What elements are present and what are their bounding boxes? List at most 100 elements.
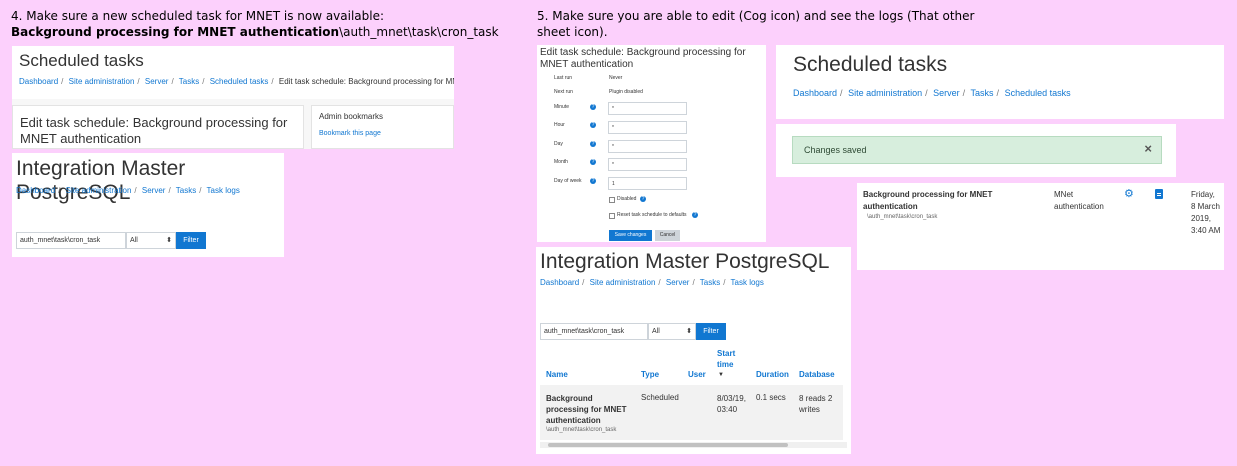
disabled-checkbox[interactable] bbox=[609, 197, 615, 203]
filter-input[interactable]: auth_mnet\task\cron_task bbox=[540, 323, 648, 340]
sort-down-icon: ▼ bbox=[718, 372, 724, 378]
close-icon[interactable]: × bbox=[1144, 141, 1152, 156]
task-database: 8 reads 2 writes bbox=[799, 394, 833, 414]
main-region: Edit task schedule: Background processin… bbox=[12, 105, 304, 149]
alert-message: Changes saved bbox=[804, 145, 867, 155]
bookmark-link[interactable]: Bookmark this page bbox=[319, 130, 381, 137]
step-4-line-1: 4. Make sure a new scheduled task for MN… bbox=[11, 9, 385, 23]
result-select[interactable]: All ⬍ bbox=[648, 323, 696, 340]
column-start-time[interactable]: Start time bbox=[717, 348, 747, 370]
day-of-week-label: Day of week bbox=[554, 178, 582, 184]
breadcrumb: Dashboard / Site administration / Server / … bbox=[16, 186, 240, 195]
column-user[interactable]: User bbox=[688, 370, 706, 379]
breadcrumb-scheduled-tasks[interactable]: Scheduled tasks bbox=[1005, 88, 1071, 98]
column-duration[interactable]: Duration bbox=[756, 370, 789, 379]
table-row: Background processing for MNET authentic… bbox=[540, 385, 843, 440]
breadcrumb-server[interactable]: Server bbox=[145, 77, 169, 86]
admin-bookmarks-block: Admin bookmarks Bookmark this page bbox=[311, 105, 454, 149]
help-icon[interactable]: ? bbox=[640, 196, 646, 202]
hour-input[interactable]: * bbox=[608, 121, 687, 134]
edit-heading: Edit task schedule: Background processin… bbox=[20, 115, 288, 146]
breadcrumb-dashboard[interactable]: Dashboard bbox=[19, 77, 58, 86]
breadcrumb-tasks[interactable]: Tasks bbox=[971, 88, 994, 98]
breadcrumb-site-administration[interactable]: Site administration bbox=[848, 88, 922, 98]
step-5-line-1: 5. Make sure you are able to edit (Cog i… bbox=[537, 9, 975, 23]
panel-edit-form: Edit task schedule: Background processin… bbox=[537, 45, 766, 242]
breadcrumb-current: Edit task schedule: Background processin… bbox=[278, 77, 454, 86]
last-run-label: Last run bbox=[554, 75, 573, 81]
step-4-line-2: Background processing for MNET authentic… bbox=[11, 24, 521, 40]
panel-scheduled-tasks-header: Scheduled tasks Dashboard / Site administ… bbox=[776, 45, 1224, 119]
task-duration: 0.1 secs bbox=[756, 393, 786, 402]
success-alert: Changes saved × bbox=[792, 136, 1162, 164]
last-run-value: Never bbox=[609, 75, 623, 81]
breadcrumb-dashboard[interactable]: Dashboard bbox=[793, 88, 837, 98]
cancel-button[interactable]: Cancel bbox=[655, 230, 680, 241]
task-class: \auth_mnet\task\cron_task bbox=[546, 427, 617, 433]
site-title: Integration Master PostgreSQL bbox=[16, 157, 186, 204]
filter-input[interactable]: auth_mnet\task\cron_task bbox=[16, 232, 126, 249]
disabled-label: Disabled bbox=[617, 196, 637, 202]
breadcrumb-task-logs[interactable]: Task logs bbox=[731, 278, 764, 287]
panel-task-logs-table: Integration Master PostgreSQL Dashboard /… bbox=[536, 247, 851, 454]
task-type: Scheduled bbox=[641, 393, 679, 402]
panel-task-logs-filter: Integration Master PostgreSQL Dashboard /… bbox=[12, 153, 284, 257]
breadcrumb-server[interactable]: Server bbox=[666, 278, 690, 287]
breadcrumb-server[interactable]: Server bbox=[933, 88, 960, 98]
filter-button[interactable]: Filter bbox=[696, 323, 726, 340]
result-select[interactable]: All ⬍ bbox=[126, 232, 176, 249]
breadcrumb-dashboard[interactable]: Dashboard bbox=[16, 186, 55, 195]
next-run-label: Next run bbox=[554, 89, 573, 95]
day-of-week-input[interactable]: 1 bbox=[608, 177, 687, 190]
breadcrumb-dashboard[interactable]: Dashboard bbox=[540, 278, 579, 287]
page-header: Scheduled tasks Dashboard / Site administ… bbox=[12, 46, 454, 99]
help-icon[interactable]: ? bbox=[590, 159, 596, 165]
breadcrumb-tasks[interactable]: Tasks bbox=[176, 186, 196, 195]
step-4-note: 4. Make sure a new scheduled task for MN… bbox=[11, 8, 521, 40]
minute-input[interactable]: * bbox=[608, 102, 687, 115]
cog-icon[interactable]: ⚙ bbox=[1124, 187, 1134, 200]
hour-label: Hour bbox=[554, 122, 565, 128]
breadcrumb-site-administration[interactable]: Site administration bbox=[590, 278, 656, 287]
panel-changes-saved: Changes saved × bbox=[776, 124, 1176, 177]
help-icon[interactable]: ? bbox=[590, 104, 596, 110]
step-5-note: 5. Make sure you are able to edit (Cog i… bbox=[537, 8, 977, 40]
updown-icon: ⬍ bbox=[686, 328, 692, 335]
step-5-line-2: sheet icon). bbox=[537, 25, 608, 39]
page-title: Scheduled tasks bbox=[793, 53, 948, 76]
breadcrumb: Dashboard / Site administration / Server / … bbox=[793, 88, 1071, 98]
horizontal-scrollbar[interactable] bbox=[540, 442, 847, 448]
form-heading: Edit task schedule: Background processin… bbox=[540, 47, 746, 70]
help-icon[interactable]: ? bbox=[590, 122, 596, 128]
reset-label: Reset task schedule to defaults bbox=[617, 212, 687, 218]
breadcrumb-site-administration[interactable]: Site administration bbox=[69, 77, 135, 86]
breadcrumb-scheduled-tasks[interactable]: Scheduled tasks bbox=[210, 77, 269, 86]
breadcrumb-site-administration[interactable]: Site administration bbox=[66, 186, 132, 195]
column-name[interactable]: Name bbox=[546, 370, 568, 379]
minute-label: Minute bbox=[554, 104, 570, 110]
month-input[interactable]: * bbox=[608, 158, 687, 171]
breadcrumb: Dashboard / Site administration / Server / … bbox=[540, 278, 764, 287]
help-icon[interactable]: ? bbox=[590, 178, 596, 184]
panel-edit-header: Scheduled tasks Dashboard / Site administ… bbox=[12, 46, 454, 149]
task-class: \auth_mnet\task\cron_task bbox=[867, 214, 938, 220]
save-changes-button[interactable]: Save changes bbox=[609, 230, 652, 241]
breadcrumb-task-logs[interactable]: Task logs bbox=[207, 186, 240, 195]
task-name: Background processing for MNET authentic… bbox=[546, 394, 627, 425]
updown-icon: ⬍ bbox=[166, 237, 172, 244]
logs-sheet-icon[interactable] bbox=[1155, 189, 1163, 199]
last-run-date: Friday, 8 March 2019, 3:40 AM bbox=[1191, 190, 1221, 235]
day-input[interactable]: * bbox=[608, 140, 687, 153]
help-icon[interactable]: ? bbox=[692, 212, 698, 218]
scrollbar-thumb[interactable] bbox=[548, 443, 788, 447]
column-type[interactable]: Type bbox=[641, 370, 659, 379]
column-database[interactable]: Database bbox=[799, 370, 835, 379]
reset-checkbox[interactable] bbox=[609, 213, 615, 219]
breadcrumb-server[interactable]: Server bbox=[142, 186, 166, 195]
help-icon[interactable]: ? bbox=[590, 141, 596, 147]
page-title: Scheduled tasks bbox=[19, 51, 144, 70]
breadcrumb-tasks[interactable]: Tasks bbox=[179, 77, 199, 86]
breadcrumb-tasks[interactable]: Tasks bbox=[700, 278, 720, 287]
breadcrumb: Dashboard / Site administration / Server / … bbox=[19, 77, 454, 86]
filter-button[interactable]: Filter bbox=[176, 232, 206, 249]
